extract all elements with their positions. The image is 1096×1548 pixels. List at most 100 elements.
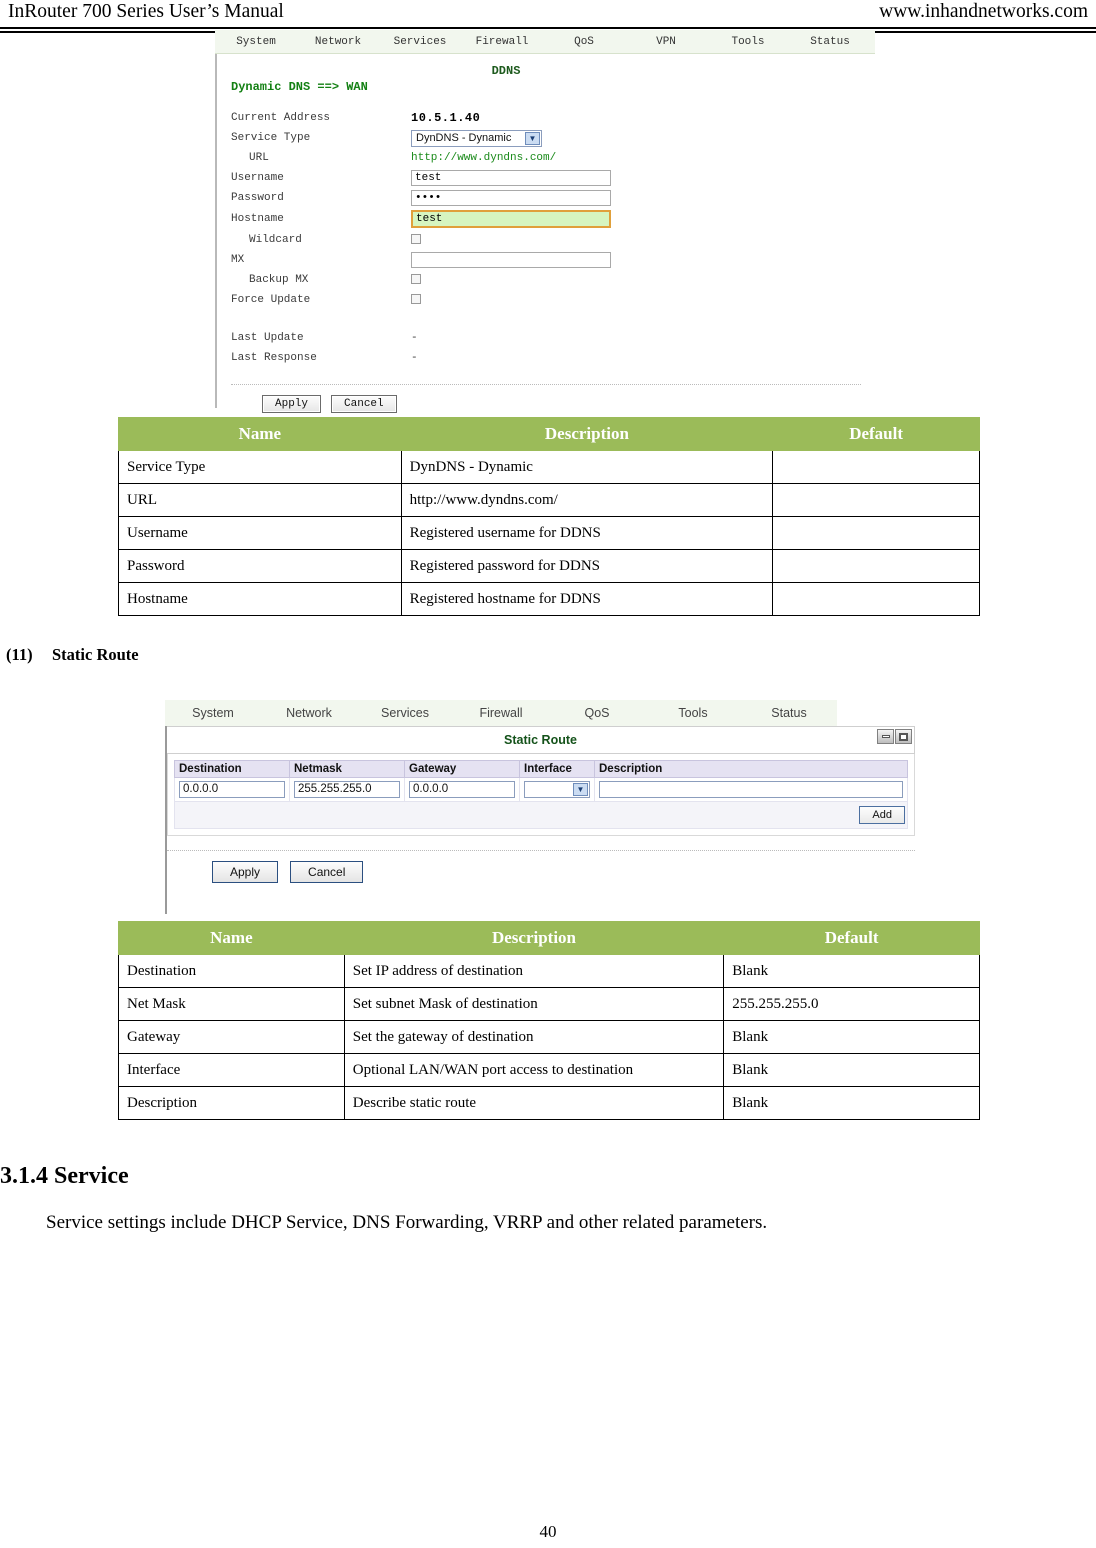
static-route-heading: (11) Static Route bbox=[6, 645, 139, 665]
interface-select[interactable]: ▼ bbox=[524, 781, 590, 798]
cell-default: Blank bbox=[723, 1020, 980, 1054]
heading-text: Static Route bbox=[52, 645, 139, 664]
cell-default bbox=[772, 582, 980, 616]
ddns-cancel-button[interactable]: Cancel bbox=[331, 395, 397, 413]
cell-name: URL bbox=[118, 483, 402, 517]
last-update-value: - bbox=[411, 332, 418, 344]
nav-item-status[interactable]: Status bbox=[789, 36, 871, 48]
username-label: Username bbox=[231, 172, 284, 184]
entry-input-row: 0.0.0.0 255.255.255.0 0.0.0.0 ▼ bbox=[174, 777, 908, 802]
nav-item-services[interactable]: Services bbox=[379, 36, 461, 48]
manual-title: InRouter 700 Series User’s Manual bbox=[8, 1, 284, 22]
nav-item-status[interactable]: Status bbox=[741, 706, 837, 720]
ddns-apply-button[interactable]: Apply bbox=[262, 395, 322, 413]
chevron-down-icon[interactable]: ▼ bbox=[573, 783, 588, 796]
cell-name: Description bbox=[118, 1086, 345, 1120]
nav-item-services[interactable]: Services bbox=[357, 706, 453, 720]
cell-name: Gateway bbox=[118, 1020, 345, 1054]
cell-default bbox=[772, 549, 980, 583]
nav-item-qos[interactable]: QoS bbox=[543, 36, 625, 48]
cell-default: 255.255.255.0 bbox=[723, 987, 980, 1021]
password-input[interactable]: •••• bbox=[411, 190, 611, 206]
nav-item-firewall[interactable]: Firewall bbox=[453, 706, 549, 720]
cell-name: Service Type bbox=[118, 450, 402, 484]
static-route-panel: Static Route Destination Netmask Gateway… bbox=[165, 726, 935, 914]
manual-website: www.inhandnetworks.com bbox=[879, 1, 1088, 22]
cell-name: Interface bbox=[118, 1053, 345, 1087]
nav-item-qos[interactable]: QoS bbox=[549, 706, 645, 720]
nav-item-firewall[interactable]: Firewall bbox=[461, 36, 543, 48]
cell-name: Username bbox=[118, 516, 402, 550]
mx-input[interactable] bbox=[411, 252, 611, 268]
gateway-input[interactable]: 0.0.0.0 bbox=[409, 781, 515, 798]
column-header-netmask: Netmask bbox=[289, 760, 405, 778]
table-row: Service Type DynDNS - Dynamic bbox=[118, 450, 980, 484]
hostname-input[interactable]: test bbox=[411, 210, 611, 228]
field-row-password: Password •••• bbox=[231, 188, 875, 208]
field-row-username: Username test bbox=[231, 168, 875, 188]
entry-action-row: Add bbox=[174, 801, 908, 829]
table-row: Interface Optional LAN/WAN port access t… bbox=[118, 1053, 980, 1087]
minimize-icon[interactable] bbox=[877, 729, 894, 744]
cell-description: Describe static route bbox=[343, 1086, 725, 1120]
service-type-selected-value: DynDNS - Dynamic bbox=[416, 131, 512, 144]
ddns-button-row: Apply Cancel bbox=[217, 385, 875, 413]
nav-item-tools[interactable]: Tools bbox=[645, 706, 741, 720]
field-row-last-update: Last Update - bbox=[231, 328, 875, 348]
entry-header-row: Destination Netmask Gateway Interface De… bbox=[174, 760, 908, 778]
last-response-value: - bbox=[411, 352, 418, 364]
heading-number: (11) bbox=[6, 645, 33, 664]
static-route-nav-bar[interactable]: System Network Services Firewall QoS Too… bbox=[165, 700, 837, 726]
ddns-subtitle: Dynamic DNS ==> WAN bbox=[231, 80, 368, 94]
field-row-service-type: Service Type DynDNS - Dynamic ▼ bbox=[231, 128, 875, 148]
cell-netmask: 255.255.255.0 bbox=[289, 777, 405, 802]
cell-name: Net Mask bbox=[118, 987, 345, 1021]
static-route-cancel-button[interactable]: Cancel bbox=[290, 861, 364, 883]
description-input[interactable] bbox=[599, 781, 903, 798]
table-row: Net Mask Set subnet Mask of destination … bbox=[118, 987, 980, 1021]
maximize-icon[interactable] bbox=[895, 729, 912, 744]
cell-description: Set subnet Mask of destination bbox=[343, 987, 725, 1021]
nav-item-system[interactable]: System bbox=[215, 36, 297, 48]
static-route-apply-button[interactable]: Apply bbox=[212, 861, 279, 883]
static-route-panel-title: Static Route bbox=[504, 733, 577, 747]
ddns-panel: DDNS Dynamic DNS ==> WAN Current Address… bbox=[215, 54, 875, 413]
url-label: URL bbox=[249, 152, 269, 164]
nav-item-system[interactable]: System bbox=[165, 706, 261, 720]
window-buttons[interactable] bbox=[877, 729, 912, 744]
section-heading: 3.1.4 Service bbox=[0, 1163, 129, 1189]
ddns-nav-bar[interactable]: System Network Services Firewall QoS VPN… bbox=[215, 30, 875, 54]
backup-mx-label: Backup MX bbox=[249, 274, 309, 286]
table-header-row: Name Description Default bbox=[118, 921, 980, 955]
nav-item-tools[interactable]: Tools bbox=[707, 36, 789, 48]
cell-name: Password bbox=[118, 549, 402, 583]
chevron-down-icon[interactable]: ▼ bbox=[525, 131, 540, 145]
url-value[interactable]: http://www.dyndns.com/ bbox=[411, 152, 556, 164]
username-input[interactable]: test bbox=[411, 170, 611, 186]
cell-description: Registered password for DDNS bbox=[400, 549, 774, 583]
backup-mx-checkbox[interactable] bbox=[411, 274, 421, 285]
add-button[interactable]: Add bbox=[859, 806, 905, 824]
cell-name: Hostname bbox=[118, 582, 402, 616]
destination-input[interactable]: 0.0.0.0 bbox=[179, 781, 285, 798]
force-update-checkbox[interactable] bbox=[411, 294, 421, 305]
service-type-select[interactable]: DynDNS - Dynamic ▼ bbox=[411, 129, 542, 147]
table-row: Password Registered password for DDNS bbox=[118, 549, 980, 583]
nav-item-network[interactable]: Network bbox=[297, 36, 379, 48]
static-route-screenshot: System Network Services Firewall QoS Too… bbox=[165, 700, 935, 915]
table-header-row: Name Description Default bbox=[118, 417, 980, 451]
cell-description bbox=[594, 777, 908, 802]
column-header-description: Description bbox=[594, 760, 908, 778]
cell-description: Registered hostname for DDNS bbox=[400, 582, 774, 616]
page-number: 40 bbox=[539, 1522, 557, 1541]
nav-item-network[interactable]: Network bbox=[261, 706, 357, 720]
wildcard-checkbox[interactable] bbox=[411, 234, 421, 245]
netmask-input[interactable]: 255.255.255.0 bbox=[294, 781, 400, 798]
table-row: URL http://www.dyndns.com/ bbox=[118, 483, 980, 517]
spacer-row bbox=[231, 310, 875, 328]
table-row: Gateway Set the gateway of destination B… bbox=[118, 1020, 980, 1054]
nav-item-vpn[interactable]: VPN bbox=[625, 36, 707, 48]
field-row-url: URL http://www.dyndns.com/ bbox=[231, 148, 875, 168]
cell-description: Registered username for DDNS bbox=[400, 516, 774, 550]
cell-default: Blank bbox=[723, 954, 980, 988]
